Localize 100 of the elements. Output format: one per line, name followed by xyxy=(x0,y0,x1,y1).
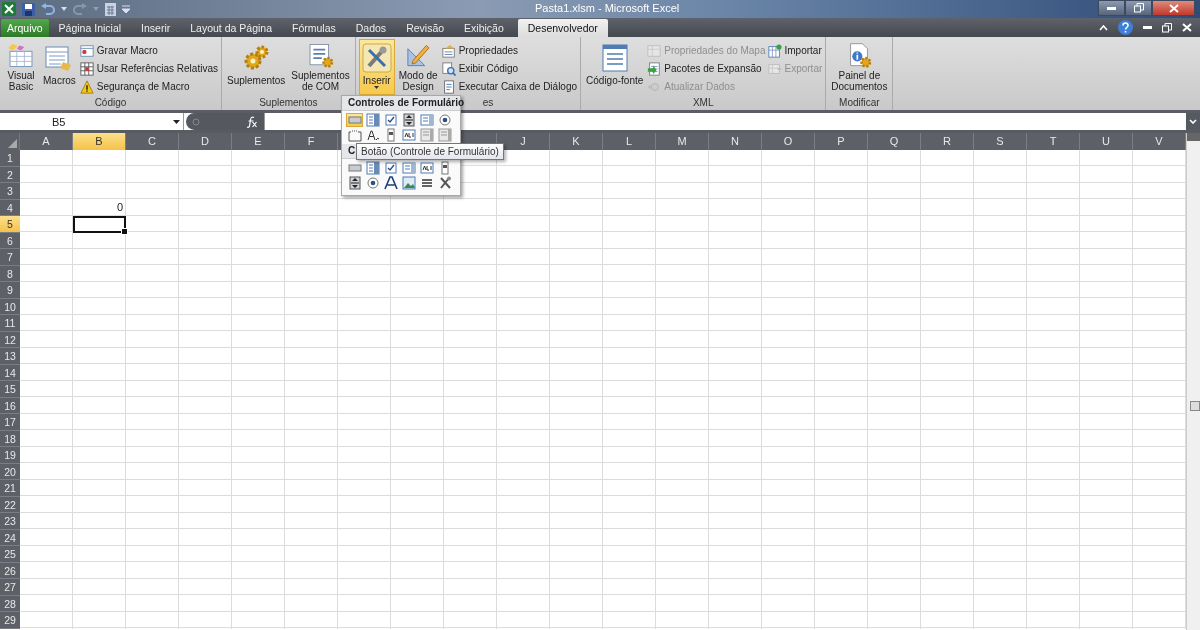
restore-icon xyxy=(1133,3,1144,13)
ribbon-button[interactable]: Painel de Documentos xyxy=(829,39,890,95)
control-button[interactable] xyxy=(382,176,399,190)
column-header[interactable]: R xyxy=(921,133,974,150)
row-header[interactable]: 11 xyxy=(0,315,20,332)
scroll-bar[interactable] xyxy=(1186,133,1200,630)
control-button[interactable] xyxy=(382,161,399,175)
ribbon-tab[interactable]: Dados xyxy=(345,19,397,37)
column-header[interactable]: Q xyxy=(868,133,921,150)
row-header[interactable]: 29 xyxy=(0,612,20,629)
ribbon-button[interactable]: Importar xyxy=(767,42,823,59)
ribbon-button[interactable]: Suplementos xyxy=(224,39,288,95)
column-header[interactable]: C xyxy=(126,133,179,150)
chevron-icon xyxy=(1189,119,1197,124)
control-button[interactable] xyxy=(400,113,417,127)
label-icon xyxy=(383,176,398,190)
control-button[interactable] xyxy=(364,128,381,142)
column-header[interactable]: J xyxy=(497,133,550,150)
row-header[interactable]: 23 xyxy=(0,513,20,530)
control-button[interactable] xyxy=(436,113,453,127)
ribbon-button[interactable]: Pacotes de Expansão xyxy=(647,60,766,77)
ribbon-tab[interactable]: Página Inicial xyxy=(48,19,132,37)
minimize-button[interactable] xyxy=(1098,0,1125,16)
ribbon-tab[interactable]: Fórmulas xyxy=(282,19,346,37)
select-all-button[interactable] xyxy=(0,133,20,150)
close-button[interactable] xyxy=(1152,0,1195,16)
column-header[interactable]: E xyxy=(232,133,285,150)
ribbon-button[interactable]: Suplementos de COM xyxy=(289,39,352,95)
row-header[interactable]: 19 xyxy=(0,447,20,464)
ribbon-button[interactable]: Macros xyxy=(41,39,78,95)
collapse-ribbon-icon[interactable] xyxy=(1099,24,1108,31)
customize-icon[interactable] xyxy=(122,5,130,13)
restore-icon[interactable] xyxy=(1162,22,1172,33)
section-title: Controles de Formulário xyxy=(348,97,465,108)
column-header[interactable]: P xyxy=(815,133,868,150)
properties-icon xyxy=(441,43,456,58)
control-button[interactable] xyxy=(382,113,399,127)
ribbon-button[interactable]: Inserir xyxy=(358,39,395,95)
control-button[interactable] xyxy=(346,176,363,190)
help-icon[interactable] xyxy=(1118,20,1133,35)
ribbon-button[interactable]: Código-fonte xyxy=(584,39,646,95)
button-control-icon xyxy=(347,113,362,127)
column-header[interactable]: U xyxy=(1080,133,1133,150)
combo-box-icon xyxy=(365,113,380,127)
column-header[interactable]: L xyxy=(603,133,656,150)
column-header[interactable]: D xyxy=(179,133,232,150)
close-icon[interactable] xyxy=(1182,23,1192,32)
row-header[interactable]: 3 xyxy=(0,183,20,200)
row-header[interactable]: 9 xyxy=(0,282,20,299)
ribbon-tab[interactable]: Layout da Página xyxy=(180,19,282,37)
row-header[interactable]: 17 xyxy=(0,414,20,431)
row-header[interactable]: 15 xyxy=(0,381,20,398)
record-icon xyxy=(79,43,94,58)
column-header[interactable]: B xyxy=(73,133,126,150)
row-header[interactable]: 13 xyxy=(0,348,20,365)
ribbon-button[interactable]: Segurança de Macro xyxy=(79,78,218,95)
control-button[interactable] xyxy=(364,176,381,190)
column-header[interactable]: V xyxy=(1133,133,1186,150)
expand-button[interactable] xyxy=(1186,113,1200,130)
active-cell[interactable] xyxy=(73,216,126,233)
package-icon xyxy=(647,61,662,76)
caret-icon[interactable] xyxy=(61,7,67,11)
row-header[interactable]: 21 xyxy=(0,480,20,497)
restore-button[interactable] xyxy=(1125,0,1152,16)
list-box-icon xyxy=(419,113,434,127)
column-header[interactable]: O xyxy=(762,133,815,150)
column-header[interactable]: A xyxy=(20,133,73,150)
calculator-icon[interactable] xyxy=(105,2,116,16)
column-header[interactable]: T xyxy=(1027,133,1080,150)
row-header[interactable]: 25 xyxy=(0,546,20,563)
ribbon-button[interactable]: Modo de Design xyxy=(396,39,440,95)
ribbon-tab[interactable]: Desenvolvedor xyxy=(517,19,608,37)
save-icon[interactable] xyxy=(22,2,35,16)
ribbon-button[interactable]: Usar Referências Relativas xyxy=(79,60,218,77)
name-box[interactable]: B5 xyxy=(0,113,184,130)
column-header[interactable]: F xyxy=(285,133,338,150)
column-header[interactable]: M xyxy=(656,133,709,150)
column-header[interactable]: K xyxy=(550,133,603,150)
ribbon-button[interactable]: Gravar Macro xyxy=(79,42,218,59)
ribbon-tab[interactable]: Inserir xyxy=(131,19,181,37)
function-icon[interactable] xyxy=(246,115,258,128)
triangle-icon xyxy=(8,139,17,148)
ribbon-tab[interactable]: Revisão xyxy=(396,19,455,37)
row-header[interactable]: 1 xyxy=(0,150,20,167)
label-icon xyxy=(365,128,380,142)
ribbon-button[interactable]: Propriedades xyxy=(441,42,578,59)
export-icon xyxy=(767,61,782,76)
resize-handle-icon[interactable] xyxy=(192,117,200,126)
ribbon-tab[interactable]: Exibição xyxy=(454,19,514,37)
spinner-icon xyxy=(401,113,416,127)
row-header[interactable]: 7 xyxy=(0,249,20,266)
column-header[interactable]: N xyxy=(709,133,762,150)
ribbon-button[interactable]: Visual Basic xyxy=(3,39,39,95)
column-header[interactable]: S xyxy=(974,133,1027,150)
row-header[interactable]: 27 xyxy=(0,579,20,596)
ribbon-button[interactable]: Exibir Código xyxy=(441,60,578,77)
ribbon-tab[interactable]: Arquivo xyxy=(1,19,49,37)
map-icon xyxy=(647,43,662,58)
row-header[interactable]: 5 xyxy=(0,216,20,233)
ribbon-button[interactable]: Executar Caixa de Diálogo xyxy=(441,78,578,95)
